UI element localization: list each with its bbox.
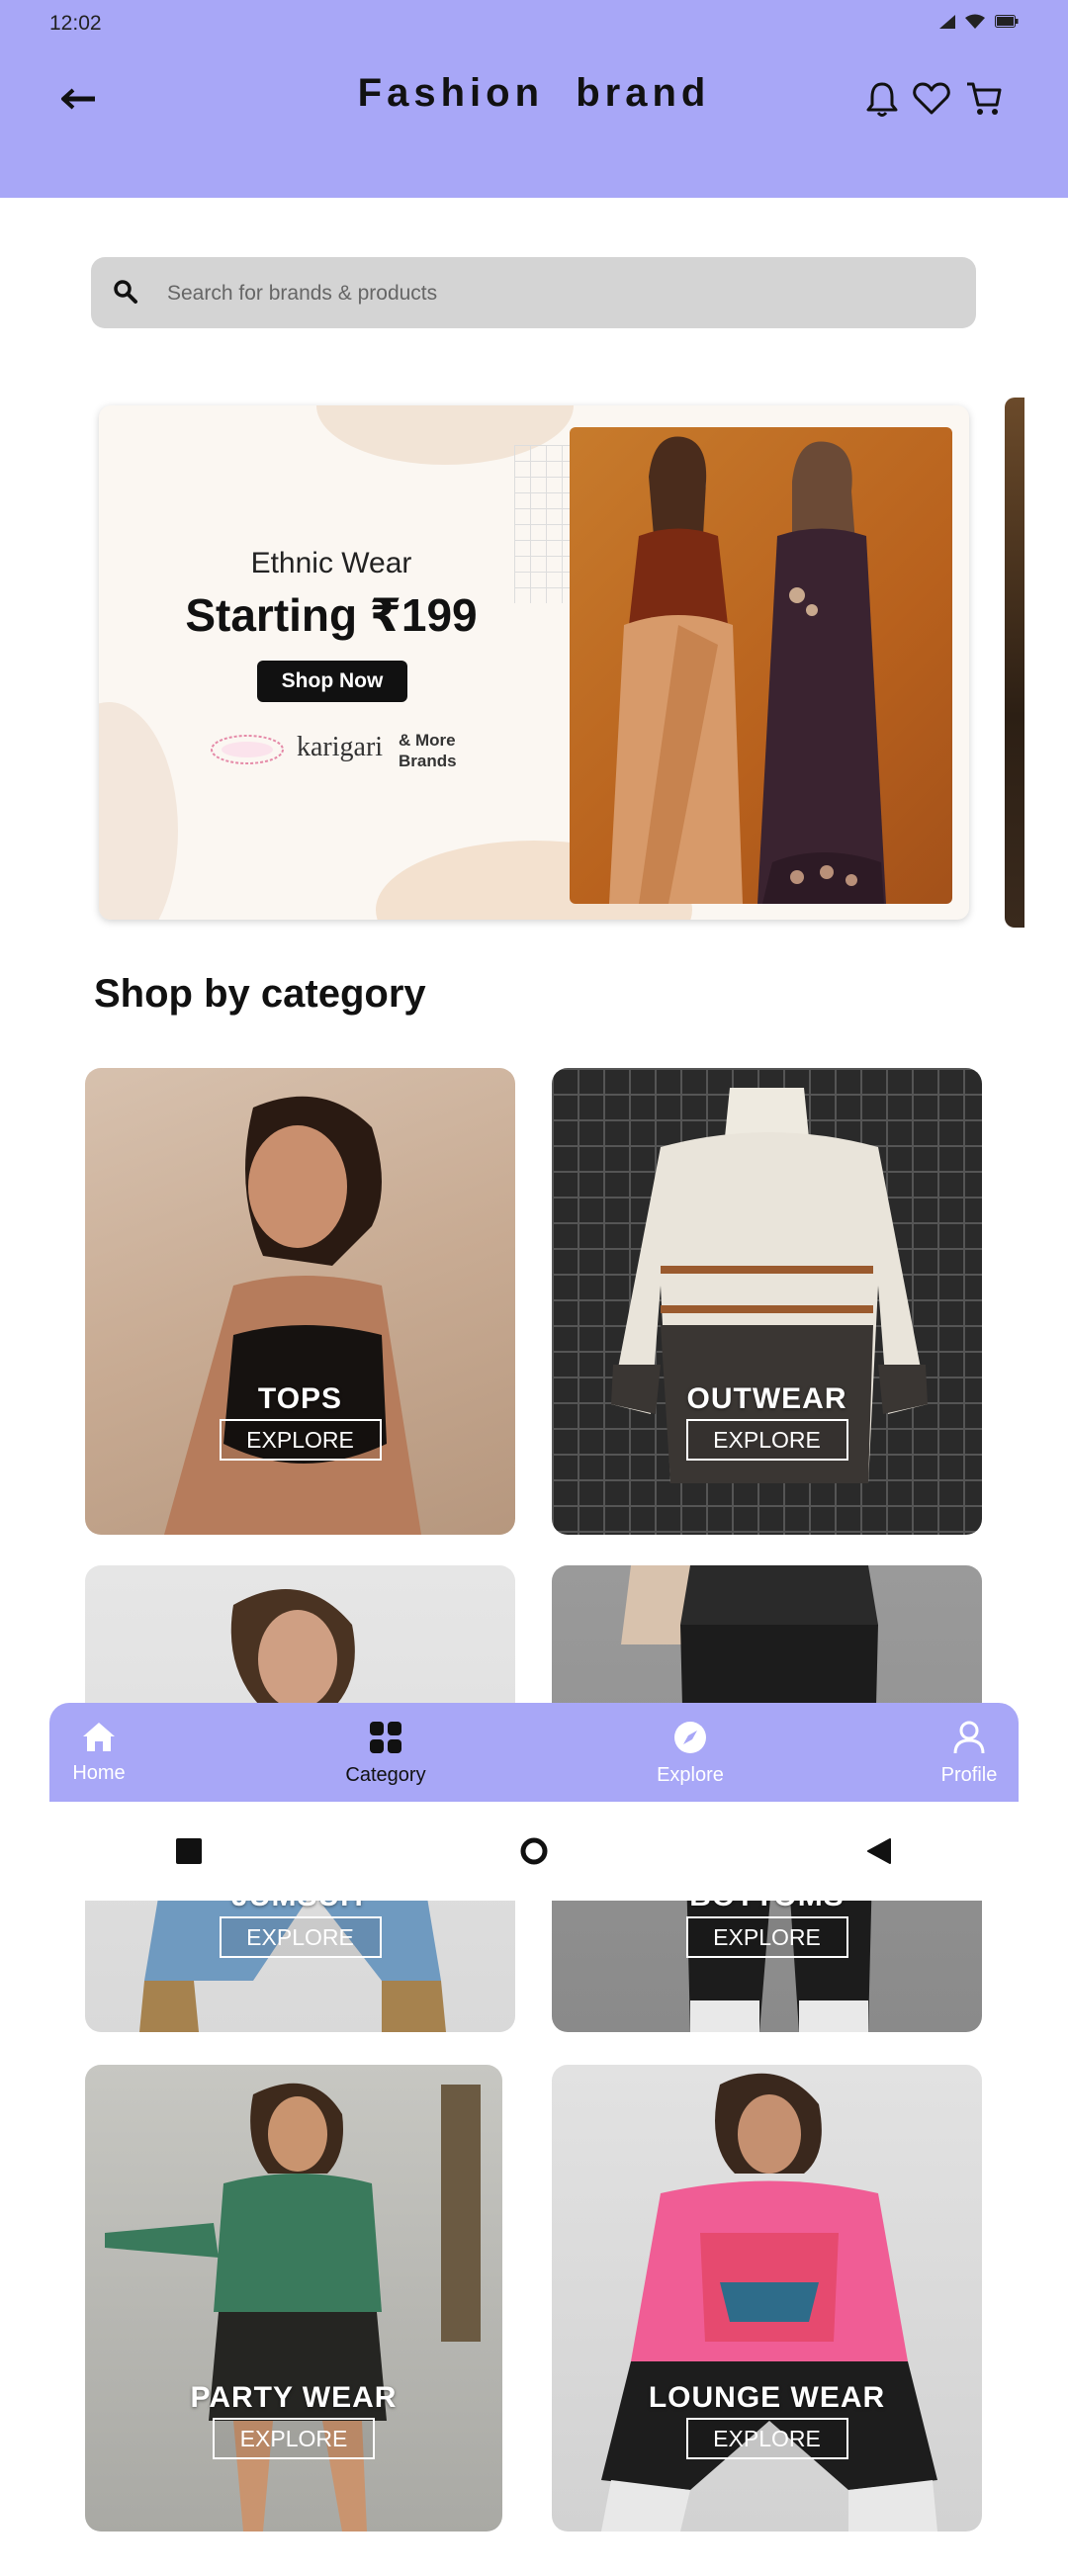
search-icon [114,280,137,304]
category-name: TOPS [257,1382,343,1415]
next-banner-peek[interactable] [1005,398,1024,928]
nav-label: Category [345,1764,426,1786]
explore-button[interactable]: EXPLORE [685,1419,848,1461]
notifications-button[interactable] [860,77,904,121]
status-icons [939,14,1019,29]
explore-button[interactable]: EXPLORE [219,1916,382,1958]
party-wear-photo [105,2083,481,2532]
category-card-outwear[interactable]: OUTWEAR EXPLORE [552,1068,982,1535]
battery-icon [995,15,1019,28]
banner-headline: Starting ₹199 [185,589,478,641]
banner-decoration [99,702,178,920]
nav-explore[interactable]: Explore [651,1721,730,1787]
back-system-button[interactable] [858,1831,898,1871]
nav-home[interactable]: Home [67,1721,131,1785]
promo-banner[interactable]: Ethnic Wear Starting ₹199 Shop Now karig… [99,405,969,920]
page-title: Fashion brand [357,71,711,115]
heart-icon [913,82,950,115]
triangle-back-icon [867,1838,891,1864]
karigari-logo: karigari [297,732,384,762]
category-name: PARTY WEAR [190,2381,398,2414]
explore-button[interactable]: EXPLORE [219,1419,382,1461]
brand-logo-icon [211,735,284,764]
home-icon [83,1723,115,1751]
category-name: LOUNGE WEAR [648,2381,886,2414]
bottom-navigation: Home Category Explore Profile [49,1703,1019,1802]
recents-button[interactable] [169,1831,209,1871]
nav-profile[interactable]: Profile [934,1721,1004,1787]
explore-button[interactable]: EXPLORE [685,1916,848,1958]
nav-label: Explore [657,1764,724,1786]
status-time: 12:02 [49,12,102,35]
square-icon [176,1838,202,1864]
bell-icon [866,82,898,117]
cart-button[interactable] [962,77,1006,121]
outwear-photo [611,1088,928,1483]
nav-label: Home [72,1762,126,1784]
user-icon [953,1721,985,1754]
explore-button[interactable]: EXPLORE [685,2418,848,2459]
search-bar[interactable] [91,257,976,330]
lounge-wear-photo [601,2073,937,2532]
grid-icon [370,1722,401,1753]
compass-icon [674,1722,706,1753]
section-title: Shop by category [94,972,426,1016]
wifi-icon [965,14,985,29]
circle-icon [520,1837,548,1865]
shop-now-button[interactable]: Shop Now [257,661,407,702]
explore-button[interactable]: EXPLORE [213,2418,375,2459]
more-brands-label: & More Brands [399,731,457,770]
system-navigation-bar [0,1802,1068,1901]
wishlist-button[interactable] [910,77,953,121]
tops-photo [164,1096,421,1535]
category-card-tops[interactable]: TOPS EXPLORE [85,1068,515,1535]
banner-subtitle: Ethnic Wear [250,547,412,579]
category-name: OUTWEAR [686,1382,847,1415]
home-system-button[interactable] [514,1831,554,1871]
search-input[interactable] [165,257,940,330]
models-illustration [609,436,886,904]
cart-icon [967,82,1002,115]
signal-icon [939,14,955,29]
app-header: 12:02 Fashion brand [0,0,1068,198]
nav-label: Profile [940,1764,998,1786]
banner-photo [570,427,952,904]
nav-category[interactable]: Category [336,1721,435,1787]
category-card-party-wear[interactable]: PARTY WEAR EXPLORE [85,2065,502,2532]
category-card-lounge-wear[interactable]: LOUNGE WEAR EXPLORE [552,2065,982,2532]
